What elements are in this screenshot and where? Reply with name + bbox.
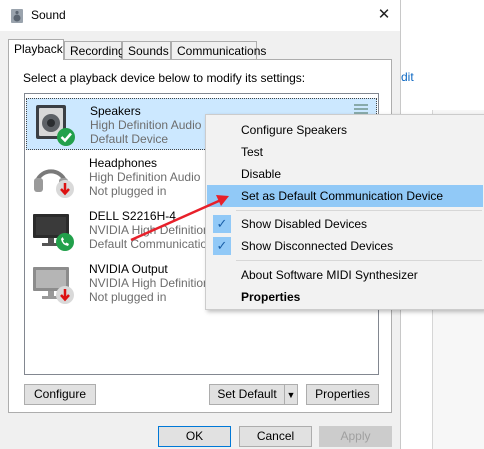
tab-sounds[interactable]: Sounds bbox=[122, 41, 171, 59]
device-name: NVIDIA Output bbox=[89, 262, 168, 276]
device-name: Speakers bbox=[90, 104, 141, 118]
set-default-button[interactable]: Set Default bbox=[209, 384, 285, 405]
checkmark-icon: ✓ bbox=[213, 215, 231, 233]
speaker-icon bbox=[36, 105, 75, 146]
device-name: Headphones bbox=[89, 156, 158, 170]
title-bar: Sound ✕ bbox=[0, 0, 400, 31]
background-link[interactable]: dit bbox=[401, 70, 414, 84]
menu-item-set-default-communication[interactable]: Set as Default Communication Device bbox=[207, 185, 483, 207]
menu-item-configure-speakers[interactable]: Configure Speakers bbox=[207, 119, 483, 141]
context-menu: Configure Speakers Test Disable Set as D… bbox=[205, 114, 484, 310]
window-title: Sound bbox=[31, 8, 66, 22]
menu-item-show-disabled[interactable]: ✓ Show Disabled Devices bbox=[207, 213, 483, 235]
device-driver: NVIDIA High Definition bbox=[89, 276, 210, 290]
device-status: Not plugged in bbox=[89, 290, 167, 304]
cancel-button[interactable]: Cancel bbox=[239, 426, 312, 447]
menu-separator bbox=[236, 210, 482, 211]
properties-button[interactable]: Properties bbox=[306, 384, 379, 405]
checkmark-icon: ✓ bbox=[213, 237, 231, 255]
monitor-icon bbox=[33, 214, 74, 251]
menu-item-show-disconnected[interactable]: ✓ Show Disconnected Devices bbox=[207, 235, 483, 257]
headphones-icon bbox=[34, 169, 74, 198]
close-icon: ✕ bbox=[377, 6, 391, 23]
menu-separator bbox=[236, 260, 482, 261]
close-button[interactable]: ✕ bbox=[370, 4, 398, 26]
configure-button[interactable]: Configure bbox=[24, 384, 96, 405]
device-driver: High Definition Audio bbox=[89, 170, 201, 184]
monitor-icon bbox=[33, 267, 74, 304]
device-status: Default Communication bbox=[89, 237, 214, 251]
instruction-text: Select a playback device below to modify… bbox=[23, 71, 306, 85]
device-driver: NVIDIA High Definition bbox=[89, 223, 210, 237]
device-status: Default Device bbox=[90, 132, 169, 146]
tab-playback[interactable]: Playback bbox=[8, 39, 64, 60]
device-driver: High Definition Audio bbox=[90, 118, 202, 132]
menu-item-properties[interactable]: Properties bbox=[207, 286, 483, 308]
menu-item-about-midi[interactable]: About Software MIDI Synthesizer bbox=[207, 264, 483, 286]
menu-item-disable[interactable]: Disable bbox=[207, 163, 483, 185]
menu-item-test[interactable]: Test bbox=[207, 141, 483, 163]
set-default-dropdown[interactable]: ▼ bbox=[284, 384, 298, 405]
device-name: DELL S2216H-4 bbox=[89, 209, 176, 223]
tab-communications[interactable]: Communications bbox=[171, 41, 266, 59]
apply-button: Apply bbox=[319, 426, 392, 447]
ok-button[interactable]: OK bbox=[158, 426, 231, 447]
chevron-down-icon: ▼ bbox=[286, 390, 296, 400]
device-status: Not plugged in bbox=[89, 184, 167, 198]
sound-app-icon bbox=[11, 9, 23, 23]
tab-recording[interactable]: Recording bbox=[64, 41, 125, 59]
